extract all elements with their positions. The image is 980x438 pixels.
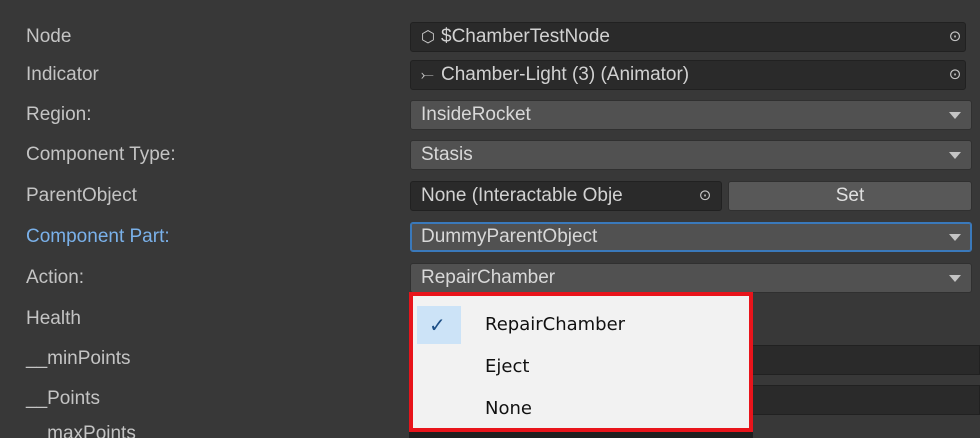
- component-part-row: Component Part: DummyParentObject: [0, 217, 980, 257]
- component-part-value: DummyParentObject: [421, 226, 598, 247]
- region-dropdown[interactable]: InsideRocket: [410, 100, 972, 130]
- node-row: Node ⬡ $ChamberTestNode ⊙: [0, 17, 980, 57]
- component-type-label: Component Type:: [26, 144, 176, 165]
- component-type-value: Stasis: [421, 144, 473, 165]
- action-label: Action:: [26, 267, 85, 288]
- component-type-dropdown[interactable]: Stasis: [410, 140, 972, 170]
- points-label: __Points: [26, 388, 100, 409]
- dropdown-arrow-icon: [949, 275, 961, 282]
- indicator-row: Indicator ⤚ Chamber-Light (3) (Animator) …: [0, 55, 980, 95]
- indicator-object-field[interactable]: ⤚ Chamber-Light (3) (Animator) ⊙: [410, 60, 966, 90]
- parent-object-field[interactable]: None (Interactable Obje ⊙: [410, 181, 722, 211]
- animator-icon: ⤚: [421, 67, 434, 84]
- object-picker-icon[interactable]: ⊙: [945, 23, 965, 51]
- dropdown-arrow-icon: [949, 234, 961, 241]
- action-popup-menu: ✓ RepairChamber Eject None: [409, 292, 753, 432]
- checkmark-icon: ✓: [429, 313, 446, 337]
- action-dropdown[interactable]: RepairChamber: [410, 263, 972, 293]
- parent-object-label: ParentObject: [26, 185, 137, 206]
- popup-item-none[interactable]: None: [417, 390, 745, 428]
- component-part-label: Component Part:: [26, 226, 170, 247]
- max-points-label: __maxPoints: [26, 423, 136, 438]
- region-value: InsideRocket: [421, 104, 531, 125]
- region-row: Region: InsideRocket: [0, 95, 980, 135]
- action-value: RepairChamber: [421, 267, 556, 288]
- popup-item-label: None: [485, 398, 532, 419]
- parent-object-value: None (Interactable Obje: [421, 185, 623, 206]
- cube-icon: ⬡: [421, 29, 435, 46]
- parent-object-row: ParentObject None (Interactable Obje ⊙ S…: [0, 176, 980, 216]
- object-picker-icon[interactable]: ⊙: [695, 182, 715, 210]
- node-object-field[interactable]: ⬡ $ChamberTestNode ⊙: [410, 22, 966, 52]
- dropdown-arrow-icon: [949, 112, 961, 119]
- dropdown-arrow-icon: [949, 152, 961, 159]
- popup-item-label: Eject: [485, 356, 530, 377]
- popup-item-repairchamber[interactable]: ✓ RepairChamber: [417, 306, 745, 344]
- inspector-panel: Node ⬡ $ChamberTestNode ⊙ Indicator ⤚ Cham…: [0, 0, 980, 438]
- node-value: $ChamberTestNode: [441, 26, 610, 47]
- region-label: Region:: [26, 104, 92, 125]
- object-picker-icon[interactable]: ⊙: [945, 61, 965, 89]
- popup-shadow: [409, 432, 753, 438]
- popup-item-eject[interactable]: Eject: [417, 348, 745, 386]
- component-part-dropdown[interactable]: DummyParentObject: [410, 222, 972, 252]
- set-button[interactable]: Set: [728, 181, 972, 211]
- component-type-row: Component Type: Stasis: [0, 135, 980, 175]
- min-points-label: __minPoints: [26, 348, 131, 369]
- indicator-value: Chamber-Light (3) (Animator): [441, 64, 690, 85]
- indicator-label: Indicator: [26, 64, 99, 85]
- popup-item-label: RepairChamber: [485, 314, 626, 335]
- health-label: Health: [26, 308, 81, 329]
- node-label: Node: [26, 26, 72, 47]
